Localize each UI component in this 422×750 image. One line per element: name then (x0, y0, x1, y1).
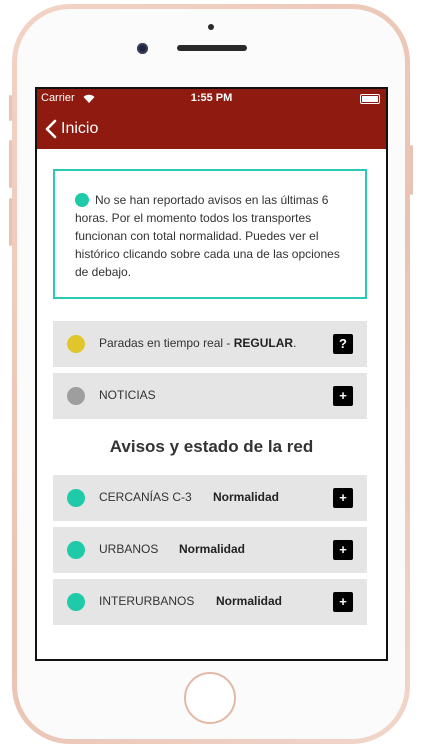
back-chevron-icon[interactable] (43, 119, 59, 139)
row-status: Normalidad (213, 490, 280, 504)
status-dot-icon (67, 335, 85, 353)
clock: 1:55 PM (190, 92, 233, 104)
earpiece-speaker (177, 45, 247, 51)
expand-button[interactable]: + (333, 488, 353, 508)
row-label: URBANOS (99, 542, 159, 556)
proximity-sensor (208, 24, 214, 30)
expand-button[interactable]: + (333, 540, 353, 560)
expand-button[interactable]: + (333, 386, 353, 406)
nav-bar: Inicio (37, 109, 386, 149)
row-label: Paradas en tiempo real - REGULAR. (99, 336, 297, 350)
notice-text: No se han reportado avisos en las última… (75, 191, 355, 281)
notice-box: No se han reportado avisos en las última… (53, 169, 367, 299)
help-button[interactable]: ? (333, 334, 353, 354)
status-dot-icon (67, 387, 85, 405)
battery-icon (360, 94, 380, 104)
mute-switch (9, 95, 12, 121)
power-button (410, 145, 413, 195)
home-button[interactable] (184, 672, 236, 724)
status-dot-icon (75, 193, 89, 207)
row-paradas-tiempo-real[interactable]: Paradas en tiempo real - REGULAR. ? (53, 321, 367, 367)
main-content: No se han reportado avisos en las última… (37, 149, 386, 659)
status-dot-icon (67, 593, 85, 611)
row-label: NOTICIAS (99, 388, 156, 402)
row-noticias[interactable]: NOTICIAS + (53, 373, 367, 419)
row-status: Normalidad (216, 594, 283, 608)
notice-message: No se han reportado avisos en las última… (75, 193, 340, 279)
section-title: Avisos y estado de la red (109, 437, 314, 456)
volume-down-button (9, 198, 12, 246)
row-label: INTERURBANOS (99, 594, 195, 608)
expand-button[interactable]: + (333, 592, 353, 612)
row-status: Normalidad (179, 542, 246, 556)
volume-up-button (9, 140, 12, 188)
status-bar: Carrier 1:55 PM (37, 89, 386, 109)
row-interurbanos[interactable]: INTERURBANOS Normalidad + (53, 579, 367, 625)
back-button[interactable]: Inicio (61, 120, 98, 138)
status-dot-icon (67, 541, 85, 559)
status-dot-icon (67, 489, 85, 507)
app-screen: Carrier 1:55 PM Inicio No se han reporta… (35, 87, 388, 661)
row-cercanias[interactable]: CERCANÍAS C-3 Normalidad + (53, 475, 367, 521)
front-camera (137, 43, 148, 54)
row-urbanos[interactable]: URBANOS Normalidad + (53, 527, 367, 573)
row-label: CERCANÍAS C-3 (99, 490, 192, 504)
